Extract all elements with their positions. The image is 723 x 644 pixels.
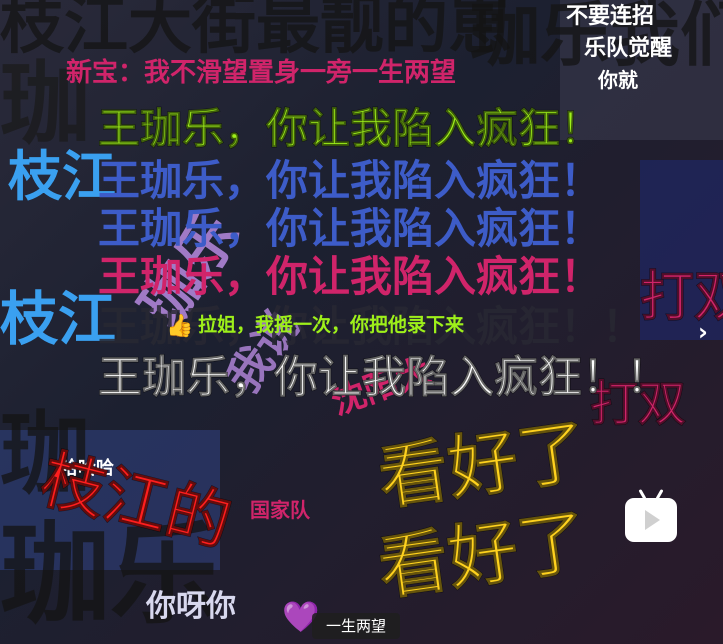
danmaku-comment: 你呀你 xyxy=(146,589,236,624)
danmaku-ghost: 枝江大街最靓的崽 xyxy=(0,0,512,63)
danmaku-comment: 王珈乐，你让我陷入疯狂！ xyxy=(98,156,603,205)
danmaku-comment: 王珈乐，你让我陷入疯狂！ xyxy=(98,204,603,253)
danmaku-small: 不要连招 xyxy=(566,4,655,29)
chevron-right-icon[interactable]: › xyxy=(698,318,708,346)
danmaku-comment: 国家队 xyxy=(250,498,310,522)
danmaku-comment: 打双 xyxy=(640,265,723,328)
thumbs-up-icon: 👍 xyxy=(166,314,194,339)
video-player[interactable]: 枝江大街最靓的崽 珈 珈 珈乐 珈乐我们 不要连招 乐队觉醒 你就 新宝：我不滑… xyxy=(0,0,723,644)
danmaku-small: 你就 xyxy=(598,68,638,92)
subtitle-caption: 一生两望 xyxy=(312,613,400,639)
play-icon xyxy=(645,510,660,530)
danmaku-comment: 王珈乐，你让我陷入疯狂！ xyxy=(98,252,603,301)
danmaku-comment: 王珈乐，你让我陷入疯狂！ xyxy=(97,104,603,153)
tv-play-icon[interactable] xyxy=(625,498,677,542)
danmaku-comment: 王珈乐，你让我陷入疯狂！！ xyxy=(98,352,671,403)
danmaku-comment: 拉姐，我摇一次，你把他录下来 xyxy=(198,314,465,336)
danmaku-comment: 新宝：我不滑望置身一旁一生两望 xyxy=(66,58,457,88)
danmaku-small: 乐队觉醒 xyxy=(584,36,673,61)
